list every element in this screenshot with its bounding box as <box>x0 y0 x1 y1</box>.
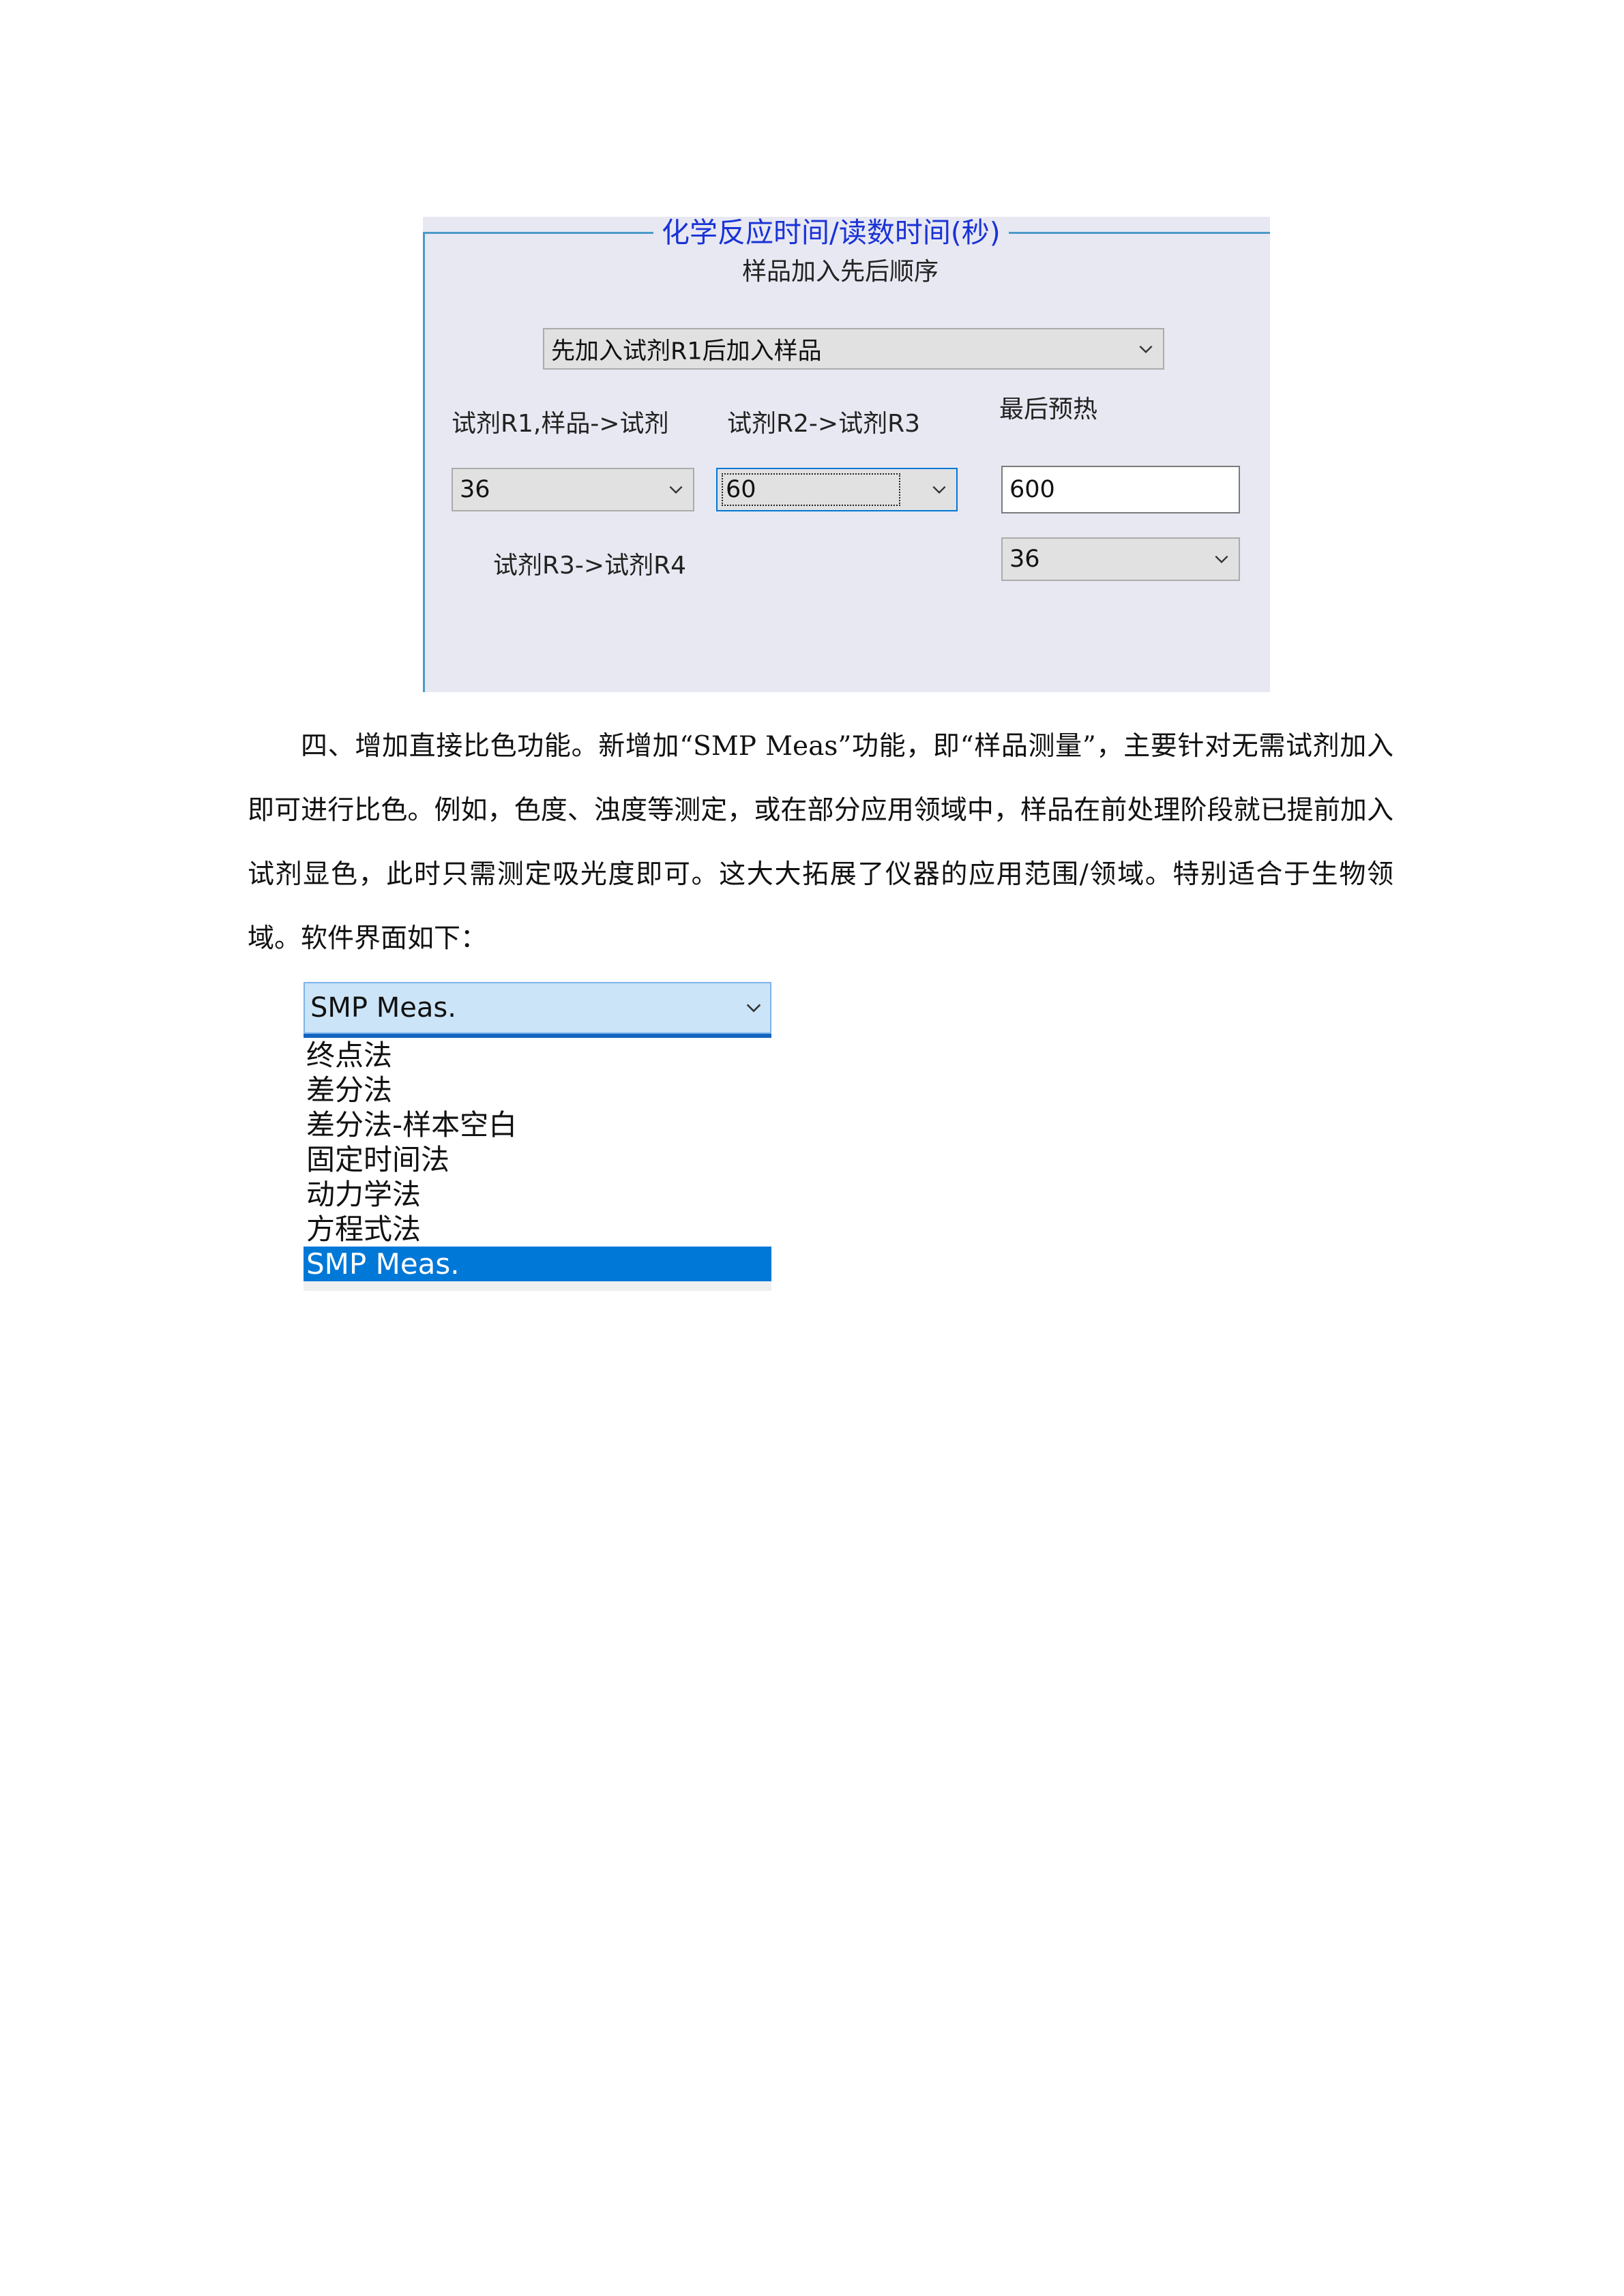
r2-r3-select-value: 60 <box>722 473 900 506</box>
chevron-down-icon <box>746 1004 761 1013</box>
preheat-input[interactable]: 600 <box>1001 466 1240 513</box>
method-dropdown: SMP Meas. 终点法 差分法 差分法-样本空白 固定时间法 动力学法 方程… <box>304 982 771 1291</box>
chevron-down-icon <box>932 486 946 494</box>
groupbox-legend: 化学反应时间/读数时间(秒) <box>653 217 1009 248</box>
order-label: 样品加入先后顺序 <box>742 258 939 286</box>
method-select[interactable]: SMP Meas. <box>304 982 771 1034</box>
r3-r4-label: 试剂R3->试剂R4 <box>493 552 686 580</box>
order-select[interactable]: 先加入试剂R1后加入样品 <box>543 328 1164 370</box>
groupbox-left-border <box>423 232 425 692</box>
r3-r4-select[interactable]: 36 <box>1001 537 1240 581</box>
r1-sample-label: 试剂R1,样品->试剂 <box>452 410 669 438</box>
option-equation[interactable]: 方程式法 <box>304 1212 771 1247</box>
option-differential[interactable]: 差分法 <box>304 1073 771 1107</box>
option-diff-sample-blank[interactable]: 差分法-样本空白 <box>304 1107 771 1142</box>
preheat-input-value: 600 <box>1009 476 1055 503</box>
option-smp-meas[interactable]: SMP Meas. <box>304 1247 771 1281</box>
r2-r3-select[interactable]: 60 <box>716 468 958 511</box>
r1-sample-select-value: 36 <box>460 476 490 503</box>
option-kinetic[interactable]: 动力学法 <box>304 1177 771 1212</box>
chevron-down-icon <box>669 486 683 494</box>
r2-r3-label: 试剂R2->试剂R3 <box>727 410 920 438</box>
chevron-down-icon <box>1139 345 1153 353</box>
order-select-value: 先加入试剂R1后加入样品 <box>551 338 822 365</box>
method-options-list: 终点法 差分法 差分法-样本空白 固定时间法 动力学法 方程式法 SMP Mea… <box>304 1038 771 1291</box>
reaction-time-panel: 化学反应时间/读数时间(秒) 样品加入先后顺序 先加入试剂R1后加入样品 试剂R… <box>423 217 1270 692</box>
preheat-label: 最后预热 <box>999 396 1098 423</box>
option-fixed-time[interactable]: 固定时间法 <box>304 1142 771 1177</box>
option-endpoint[interactable]: 终点法 <box>304 1038 771 1073</box>
chevron-down-icon <box>1215 555 1228 564</box>
underlying-ui-peek <box>304 1281 771 1291</box>
paragraph-text: 四、增加直接比色功能。新增加“SMP Meas”功能，即“样品测量”，主要针对无… <box>248 731 1393 954</box>
r3-r4-select-value: 36 <box>1009 546 1040 573</box>
r1-sample-select[interactable]: 36 <box>452 468 694 511</box>
body-paragraph: 四、增加直接比色功能。新增加“SMP Meas”功能，即“样品测量”，主要针对无… <box>248 715 1393 971</box>
method-select-value: SMP Meas. <box>310 992 456 1024</box>
